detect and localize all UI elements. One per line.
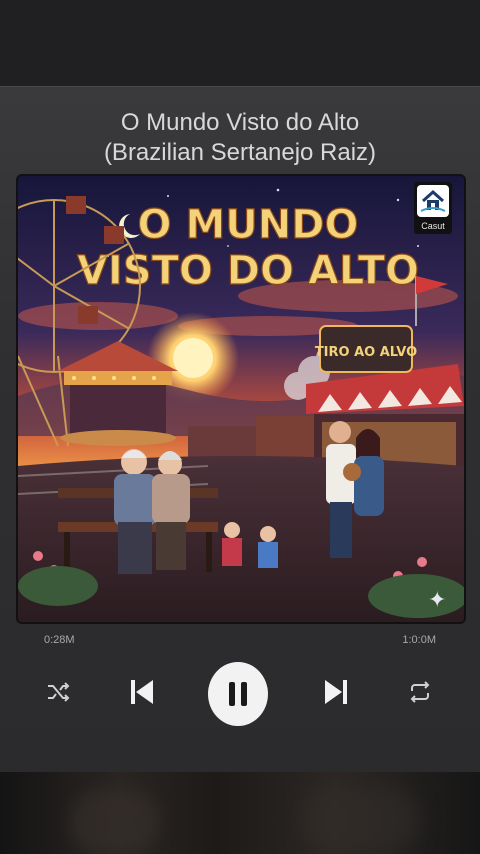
art-headline-line2: VISTO DO ALTO [77, 248, 419, 294]
track-title-line1: O Mundo Visto do Alto [120, 109, 360, 136]
skip-previous-icon [127, 677, 157, 712]
art-headline-line1: O MUNDO [138, 202, 359, 248]
repeat-button[interactable] [390, 662, 450, 726]
total-time: 1:0:0M [402, 634, 436, 646]
next-button[interactable] [306, 662, 366, 726]
progress-times: 0:28M 1:0:0M [44, 634, 436, 646]
track-title: O Mundo Visto do Alto (Brazilian Sertane… [0, 108, 480, 168]
shuffle-icon [45, 679, 71, 710]
play-pause-button[interactable] [208, 662, 268, 726]
top-dim-band [0, 0, 480, 86]
previous-button[interactable] [112, 662, 172, 726]
stall-sign: TIRO AO ALVO [315, 345, 417, 360]
album-art: O MUNDO VISTO DO ALTO TIRO AO ALVO [18, 176, 464, 622]
channel-badge[interactable]: Casut [414, 182, 452, 234]
background-blur-shape [70, 790, 160, 854]
skip-next-icon [321, 677, 351, 712]
badge-label: Casut [421, 221, 445, 231]
track-title-line2: (Brazilian Sertanejo Raiz) [103, 139, 377, 166]
sparkle-icon: ✦ [428, 587, 447, 612]
shuffle-button[interactable] [28, 662, 88, 726]
pause-icon [208, 662, 268, 726]
elapsed-time: 0:28M [44, 634, 75, 646]
house-logo-icon [417, 185, 449, 217]
playback-controls [0, 662, 480, 726]
background-blur-shape [300, 786, 420, 854]
repeat-icon [407, 679, 433, 710]
